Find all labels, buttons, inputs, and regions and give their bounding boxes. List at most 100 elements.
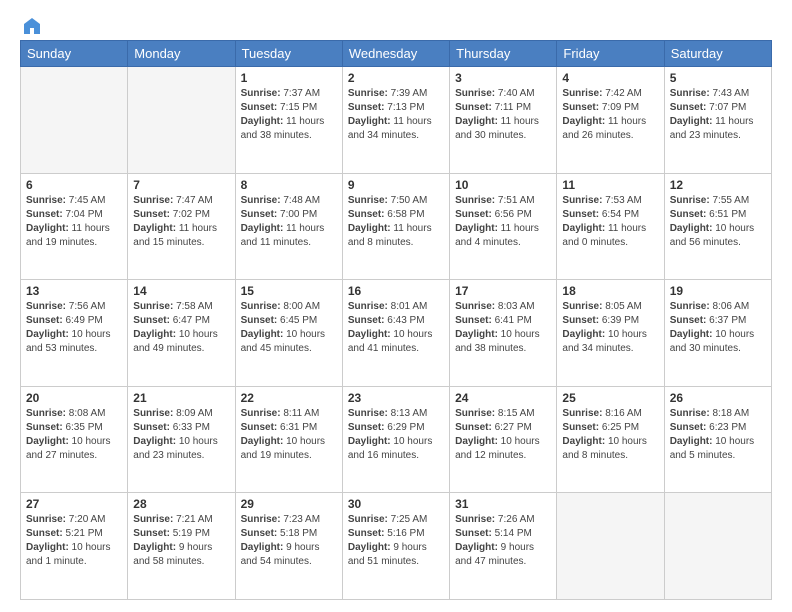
day-info: Sunrise: 7:40 AMSunset: 7:11 PMDaylight:… xyxy=(455,87,551,143)
day-number: 10 xyxy=(455,178,551,192)
calendar-cell: 12Sunrise: 7:55 AMSunset: 6:51 PMDayligh… xyxy=(664,173,771,280)
weekday-header: Thursday xyxy=(450,41,557,67)
calendar-cell xyxy=(128,67,235,174)
weekday-header: Saturday xyxy=(664,41,771,67)
day-number: 11 xyxy=(562,178,658,192)
calendar-cell: 27 Sunrise: 7:20 AMSunset: 5:21 PMDayligh… xyxy=(21,493,128,600)
calendar-cell: 3 Sunrise: 7:40 AMSunset: 7:11 PMDaylight… xyxy=(450,67,557,174)
weekday-header: Tuesday xyxy=(235,41,342,67)
calendar-cell: 31 Sunrise: 7:26 AMSunset: 5:14 PMDayligh… xyxy=(450,493,557,600)
day-info: Sunrise: 8:08 AMSunset: 6:35 PMDaylight:… xyxy=(26,407,122,463)
calendar-cell: 23 Sunrise: 8:13 AMSunset: 6:29 PMDayligh… xyxy=(342,386,449,493)
day-info: Sunrise: 8:13 AMSunset: 6:29 PMDaylight:… xyxy=(348,407,444,463)
day-info: Sunrise: 7:21 AMSunset: 5:19 PMDaylight:… xyxy=(133,513,229,569)
day-number: 9 xyxy=(348,178,444,192)
day-info: Sunrise: 7:48 AMSunset: 7:00 PMDaylight:… xyxy=(241,194,337,250)
day-number: 31 xyxy=(455,497,551,511)
calendar-cell: 6 Sunrise: 7:45 AMSunset: 7:04 PMDaylight… xyxy=(21,173,128,280)
day-number: 2 xyxy=(348,71,444,85)
day-info: Sunrise: 8:16 AMSunset: 6:25 PMDaylight:… xyxy=(562,407,658,463)
logo-text xyxy=(20,16,42,36)
logo xyxy=(20,16,42,32)
day-info: Sunrise: 7:25 AMSunset: 5:16 PMDaylight:… xyxy=(348,513,444,569)
day-number: 27 xyxy=(26,497,122,511)
calendar-cell xyxy=(21,67,128,174)
calendar-cell: 16Sunrise: 8:01 AMSunset: 6:43 PMDayligh… xyxy=(342,280,449,387)
calendar-cell: 29 Sunrise: 7:23 AMSunset: 5:18 PMDayligh… xyxy=(235,493,342,600)
day-number: 6 xyxy=(26,178,122,192)
calendar-cell xyxy=(664,493,771,600)
calendar-week-row: 1Sunrise: 7:37 AMSunset: 7:15 PMDaylight… xyxy=(21,67,772,174)
calendar-header-row: SundayMondayTuesdayWednesdayThursdayFrid… xyxy=(21,41,772,67)
day-info: Sunrise: 7:42 AMSunset: 7:09 PMDaylight:… xyxy=(562,87,658,143)
header xyxy=(20,16,772,32)
day-info: Sunrise: 8:15 AMSunset: 6:27 PMDaylight:… xyxy=(455,407,551,463)
calendar-cell: 19Sunrise: 8:06 AMSunset: 6:37 PMDayligh… xyxy=(664,280,771,387)
day-info: Sunrise: 8:01 AMSunset: 6:43 PMDaylight:… xyxy=(348,300,444,356)
calendar-cell: 18 Sunrise: 8:05 AMSunset: 6:39 PMDayligh… xyxy=(557,280,664,387)
day-info: Sunrise: 8:00 AMSunset: 6:45 PMDaylight:… xyxy=(241,300,337,356)
day-number: 3 xyxy=(455,71,551,85)
calendar-cell: 20Sunrise: 8:08 AMSunset: 6:35 PMDayligh… xyxy=(21,386,128,493)
day-number: 25 xyxy=(562,391,658,405)
day-info: Sunrise: 7:58 AMSunset: 6:47 PMDaylight:… xyxy=(133,300,229,356)
calendar-cell: 15 Sunrise: 8:00 AMSunset: 6:45 PMDayligh… xyxy=(235,280,342,387)
day-number: 22 xyxy=(241,391,337,405)
day-number: 15 xyxy=(241,284,337,298)
day-info: Sunrise: 8:05 AMSunset: 6:39 PMDaylight:… xyxy=(562,300,658,356)
day-info: Sunrise: 7:26 AMSunset: 5:14 PMDaylight:… xyxy=(455,513,551,569)
day-info: Sunrise: 8:09 AMSunset: 6:33 PMDaylight:… xyxy=(133,407,229,463)
day-info: Sunrise: 7:45 AMSunset: 7:04 PMDaylight:… xyxy=(26,194,122,250)
day-info: Sunrise: 7:39 AMSunset: 7:13 PMDaylight:… xyxy=(348,87,444,143)
calendar-cell: 30Sunrise: 7:25 AMSunset: 5:16 PMDayligh… xyxy=(342,493,449,600)
day-number: 4 xyxy=(562,71,658,85)
day-info: Sunrise: 7:51 AMSunset: 6:56 PMDaylight:… xyxy=(455,194,551,250)
calendar-table: SundayMondayTuesdayWednesdayThursdayFrid… xyxy=(20,40,772,600)
calendar-cell: 11 Sunrise: 7:53 AMSunset: 6:54 PMDayligh… xyxy=(557,173,664,280)
calendar-cell: 5Sunrise: 7:43 AMSunset: 7:07 PMDaylight… xyxy=(664,67,771,174)
calendar-cell: 13Sunrise: 7:56 AMSunset: 6:49 PMDayligh… xyxy=(21,280,128,387)
weekday-header: Wednesday xyxy=(342,41,449,67)
day-info: Sunrise: 7:53 AMSunset: 6:54 PMDaylight:… xyxy=(562,194,658,250)
day-info: Sunrise: 8:18 AMSunset: 6:23 PMDaylight:… xyxy=(670,407,766,463)
day-number: 23 xyxy=(348,391,444,405)
weekday-header: Sunday xyxy=(21,41,128,67)
weekday-header: Friday xyxy=(557,41,664,67)
weekday-header: Monday xyxy=(128,41,235,67)
day-info: Sunrise: 7:20 AMSunset: 5:21 PMDaylight:… xyxy=(26,513,122,569)
calendar-cell: 26 Sunrise: 8:18 AMSunset: 6:23 PMDayligh… xyxy=(664,386,771,493)
calendar-cell: 4 Sunrise: 7:42 AMSunset: 7:09 PMDaylight… xyxy=(557,67,664,174)
calendar-cell: 7 Sunrise: 7:47 AMSunset: 7:02 PMDaylight… xyxy=(128,173,235,280)
calendar-cell: 1Sunrise: 7:37 AMSunset: 7:15 PMDaylight… xyxy=(235,67,342,174)
day-number: 7 xyxy=(133,178,229,192)
day-number: 28 xyxy=(133,497,229,511)
day-info: Sunrise: 7:50 AMSunset: 6:58 PMDaylight:… xyxy=(348,194,444,250)
day-info: Sunrise: 7:55 AMSunset: 6:51 PMDaylight:… xyxy=(670,194,766,250)
day-info: Sunrise: 7:43 AMSunset: 7:07 PMDaylight:… xyxy=(670,87,766,143)
calendar-week-row: 20Sunrise: 8:08 AMSunset: 6:35 PMDayligh… xyxy=(21,386,772,493)
day-number: 17 xyxy=(455,284,551,298)
logo-icon xyxy=(22,16,42,36)
calendar-week-row: 6 Sunrise: 7:45 AMSunset: 7:04 PMDaylight… xyxy=(21,173,772,280)
day-number: 13 xyxy=(26,284,122,298)
day-info: Sunrise: 7:37 AMSunset: 7:15 PMDaylight:… xyxy=(241,87,337,143)
day-info: Sunrise: 8:03 AMSunset: 6:41 PMDaylight:… xyxy=(455,300,551,356)
day-number: 8 xyxy=(241,178,337,192)
calendar-cell: 25 Sunrise: 8:16 AMSunset: 6:25 PMDayligh… xyxy=(557,386,664,493)
calendar-week-row: 27 Sunrise: 7:20 AMSunset: 5:21 PMDayligh… xyxy=(21,493,772,600)
day-number: 24 xyxy=(455,391,551,405)
page: SundayMondayTuesdayWednesdayThursdayFrid… xyxy=(0,0,792,612)
day-number: 26 xyxy=(670,391,766,405)
day-number: 29 xyxy=(241,497,337,511)
day-info: Sunrise: 8:06 AMSunset: 6:37 PMDaylight:… xyxy=(670,300,766,356)
day-info: Sunrise: 7:47 AMSunset: 7:02 PMDaylight:… xyxy=(133,194,229,250)
calendar-cell: 28 Sunrise: 7:21 AMSunset: 5:19 PMDayligh… xyxy=(128,493,235,600)
day-number: 18 xyxy=(562,284,658,298)
day-info: Sunrise: 7:23 AMSunset: 5:18 PMDaylight:… xyxy=(241,513,337,569)
calendar-cell: 10 Sunrise: 7:51 AMSunset: 6:56 PMDayligh… xyxy=(450,173,557,280)
calendar-cell: 2 Sunrise: 7:39 AMSunset: 7:13 PMDaylight… xyxy=(342,67,449,174)
calendar-cell: 17 Sunrise: 8:03 AMSunset: 6:41 PMDayligh… xyxy=(450,280,557,387)
calendar-cell: 8 Sunrise: 7:48 AMSunset: 7:00 PMDaylight… xyxy=(235,173,342,280)
day-info: Sunrise: 8:11 AMSunset: 6:31 PMDaylight:… xyxy=(241,407,337,463)
calendar-cell: 9 Sunrise: 7:50 AMSunset: 6:58 PMDaylight… xyxy=(342,173,449,280)
